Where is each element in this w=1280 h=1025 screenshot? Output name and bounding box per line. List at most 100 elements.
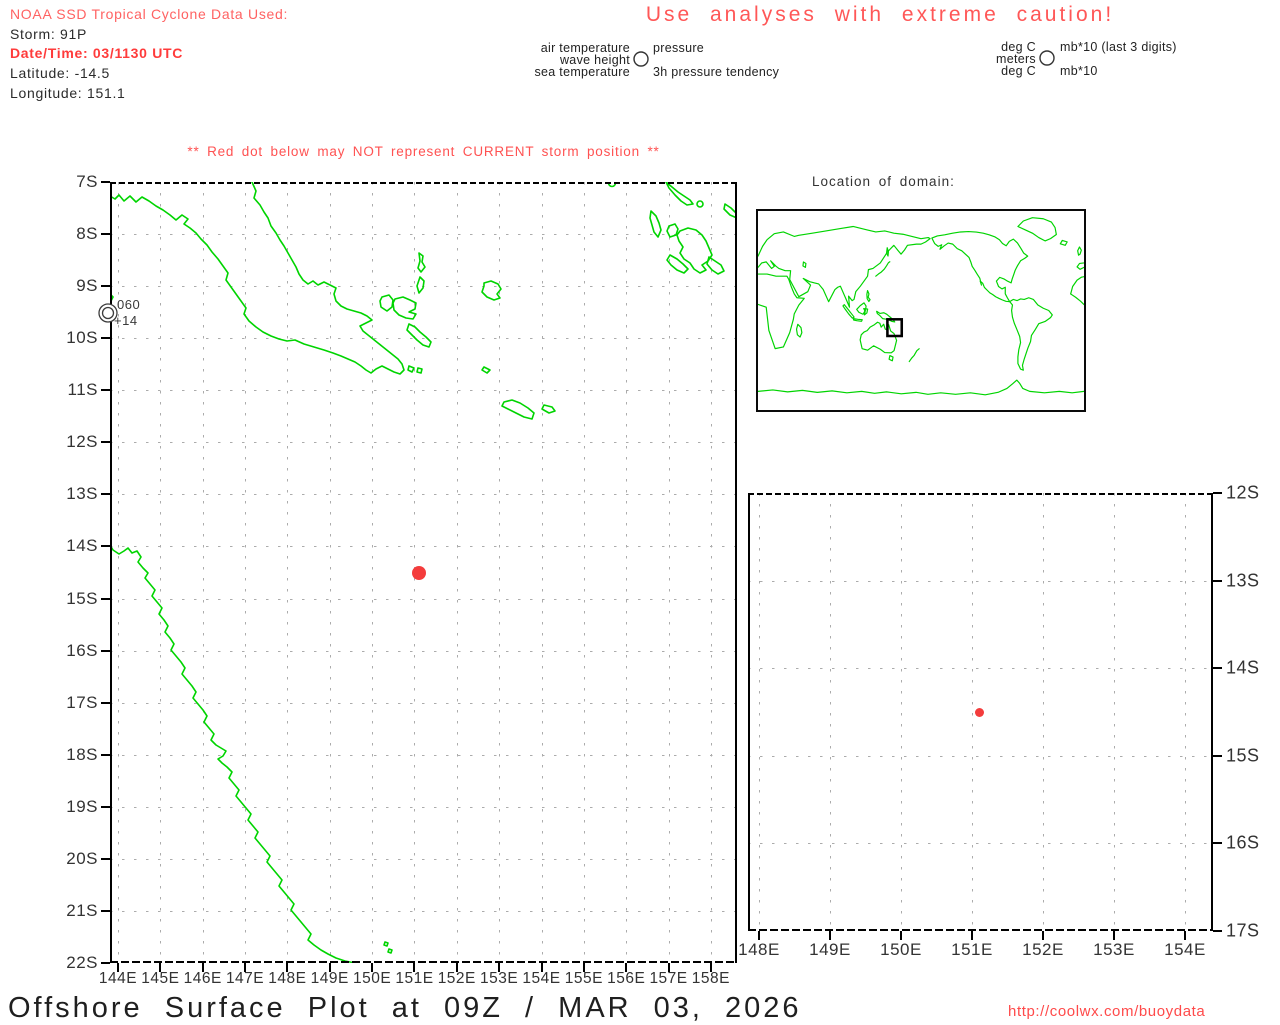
lon-gridline-sub — [759, 493, 760, 931]
lon-tick-label: 147E — [225, 970, 265, 987]
lon-gridline-sub — [830, 493, 831, 931]
lat-tick-label: 10S — [66, 328, 98, 348]
island — [541, 404, 556, 414]
lat-tick — [101, 181, 110, 183]
lat-tick — [101, 857, 110, 860]
lon-tick-label-sub: 149E — [809, 940, 851, 959]
lon-gridline-sub — [1043, 493, 1044, 931]
lat-tick — [101, 909, 110, 912]
main-surface-map: 7S 8S 9S 10S 11S 12S 13S 14S 15S 16S 17S 18S 19S 20S 2… — [66, 172, 737, 987]
lat-gridline-sub — [748, 668, 1213, 670]
lat-tick-label-sub: 14S — [1226, 657, 1260, 678]
main-map-bottom-axis — [110, 960, 737, 963]
lat-tick-label: 9S — [76, 276, 98, 296]
lon-tick-label-sub: 150E — [880, 940, 922, 959]
lon-tick-label: 154E — [522, 970, 561, 987]
lon-tick-sub — [971, 931, 973, 940]
lon-gridline-sub — [1114, 493, 1115, 931]
lat-tick — [101, 337, 110, 340]
caution-banner: Use analyses with extreme caution! — [645, 3, 1115, 26]
island — [416, 276, 425, 294]
lat-tick — [101, 805, 110, 808]
lon-tick-label: 153E — [480, 970, 519, 987]
lon-tick-label: 144E — [98, 970, 138, 987]
lon-tick-label: 151E — [395, 970, 434, 987]
lon-tick-sub — [1042, 931, 1044, 940]
island — [417, 252, 426, 273]
source-url-link[interactable]: http://coolwx.com/buoydata — [1008, 1003, 1205, 1020]
lat-gridline-sub — [748, 843, 1213, 845]
sub-map-bottom-axis — [748, 928, 1213, 931]
lat-tick-sub — [1213, 579, 1222, 582]
lat-tick-label-sub: 16S — [1226, 832, 1260, 853]
lat-tick-label: 19S — [66, 796, 98, 816]
lat-tick-label-sub: 17S — [1226, 920, 1260, 941]
lat-tick-label-sub: 13S — [1226, 570, 1260, 591]
lat-gridline-sub — [748, 580, 1213, 582]
lat-tick — [101, 233, 110, 236]
island — [379, 294, 394, 312]
legend-pressure: pressure — [653, 41, 705, 55]
lat-tick-sub — [1213, 754, 1222, 757]
data-source-line: NOAA SSD Tropical Cyclone Data Used: — [10, 6, 289, 22]
storm-position-dot-zoom — [974, 707, 984, 717]
lat-gridline-sub — [748, 755, 1213, 757]
lon-tick-label: 158E — [691, 970, 730, 987]
lon-gridline-sub — [1185, 493, 1186, 931]
world-inset-map — [756, 209, 1086, 412]
lon-tick-label-sub: 148E — [738, 940, 780, 959]
island — [407, 365, 415, 373]
island — [387, 948, 393, 954]
main-map-right-frame — [735, 182, 737, 963]
lon-tick-sub — [900, 931, 902, 940]
legend-pressure-tendency: 3h pressure tendency — [653, 65, 780, 79]
lon-tick-label: 148E — [268, 970, 307, 987]
lon-tick-sub — [758, 931, 760, 940]
lon-gridline-sub — [972, 493, 973, 931]
lat-tick — [101, 545, 110, 548]
lon-tick-label-sub: 154E — [1164, 940, 1206, 959]
lat-tick — [101, 441, 110, 444]
lat-tick — [101, 753, 110, 756]
island — [481, 366, 491, 374]
legend-unit-degc-2: deg C — [1001, 64, 1036, 78]
island — [416, 367, 423, 374]
longitude-line: Longitude: 151.1 — [10, 85, 126, 101]
world-coastline-layer — [757, 217, 1085, 396]
lon-tick-label-sub: 151E — [951, 940, 993, 959]
island — [392, 296, 417, 320]
island — [665, 182, 694, 206]
lat-tick-label: 20S — [66, 848, 98, 868]
lat-tick-label: 13S — [66, 484, 98, 504]
lat-tick-label: 21S — [66, 900, 98, 920]
png-coastline — [110, 182, 405, 375]
latitude-line: Latitude: -14.5 — [10, 65, 111, 81]
lat-tick-label: 18S — [66, 744, 98, 764]
lat-tick — [101, 597, 110, 600]
plot-title: Offshore Surface Plot at 09Z / MAR 03, 2… — [8, 992, 802, 1024]
legend-unit-mb10: mb*10 — [1060, 64, 1098, 78]
lat-tick-sub — [1213, 842, 1222, 845]
lon-tick-label-sub: 153E — [1093, 940, 1135, 959]
lon-tick-label: 149E — [310, 970, 349, 987]
units-model-circle-icon — [1039, 50, 1055, 66]
lon-tick-label: 152E — [437, 970, 476, 987]
island — [501, 399, 535, 420]
zoomed-domain-map: 12S 13S 14S 15S 16S 17S 148E 149E 150E 151E 152E 15… — [738, 483, 1259, 960]
lat-tick-label: 14S — [66, 536, 98, 556]
island — [696, 200, 704, 208]
island — [481, 280, 502, 301]
lon-tick-label: 145E — [141, 970, 180, 987]
lat-tick-label: 8S — [76, 224, 98, 244]
storm-position-dot — [411, 565, 426, 580]
buoy-pressure-tendency-value: +14 — [114, 313, 138, 328]
lat-tick — [101, 701, 110, 704]
lon-tick-label: 150E — [352, 970, 392, 987]
island — [676, 227, 713, 274]
lat-tick-sub — [1213, 492, 1222, 494]
lat-tick — [101, 285, 110, 288]
australia-coastline — [110, 544, 356, 963]
lat-tick-label: 12S — [66, 432, 98, 452]
legend-sea-temperature: sea temperature — [534, 65, 630, 79]
lon-tick-label: 156E — [607, 970, 646, 987]
